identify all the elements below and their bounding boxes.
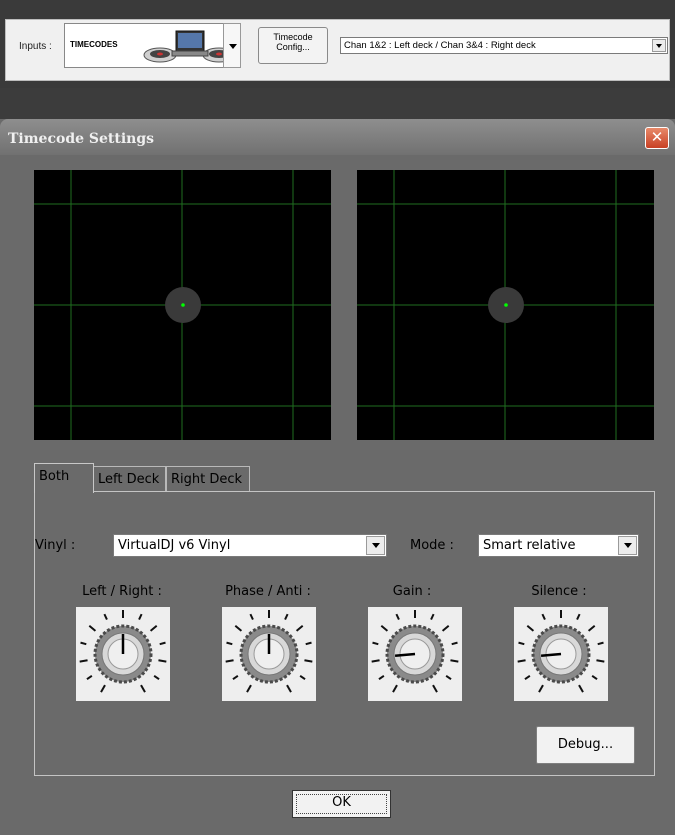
close-button[interactable]: ✕ <box>645 127 669 149</box>
tab-both[interactable]: Both <box>34 463 94 493</box>
dialog-titlebar[interactable]: Timecode Settings ✕ <box>0 119 675 155</box>
phase-anti-label: Phase / Anti : <box>225 584 311 599</box>
channel-routing-value: Chan 1&2 : Left deck / Chan 3&4 : Right … <box>344 40 536 51</box>
mode-select[interactable]: Smart relative <box>478 534 639 557</box>
knob-icon <box>79 610 167 693</box>
left-scope-graph <box>34 170 331 440</box>
timecode-settings-dialog: Timecode Settings ✕ Both Left Deck Right… <box>0 119 675 835</box>
gain-label: Gain : <box>392 584 432 599</box>
phase-anti-knob[interactable] <box>222 607 316 701</box>
gain-knob[interactable] <box>368 607 462 701</box>
channel-routing-select[interactable]: Chan 1&2 : Left deck / Chan 3&4 : Right … <box>340 37 668 54</box>
ok-button[interactable]: OK <box>292 790 391 818</box>
vinyl-value: VirtualDJ v6 Vinyl <box>118 538 231 553</box>
vinyl-label: Vinyl : <box>35 538 76 553</box>
left-right-knob[interactable] <box>76 607 170 701</box>
silence-label: Silence : <box>531 584 587 599</box>
mode-value: Smart relative <box>483 538 576 553</box>
vinyl-select[interactable]: VirtualDJ v6 Vinyl <box>113 534 387 557</box>
chevron-down-icon[interactable] <box>366 536 385 555</box>
right-deck-scope <box>357 170 654 440</box>
right-scope-signal-dot <box>504 303 508 307</box>
input-device-dropdown-button[interactable] <box>223 23 241 68</box>
left-deck-scope <box>34 170 331 440</box>
chevron-down-icon[interactable] <box>618 536 637 555</box>
timecode-config-line1: Timecode <box>273 32 313 42</box>
inputs-bar-area: Inputs : TIMECODES Timecode Config... Ch… <box>0 0 675 88</box>
inputs-label: Inputs : <box>19 41 52 52</box>
knob-icon <box>517 610 605 693</box>
timecode-config-line2: Config... <box>276 42 310 52</box>
input-device-select[interactable]: TIMECODES <box>64 23 241 68</box>
chevron-down-icon[interactable] <box>652 39 666 52</box>
debug-button[interactable]: Debug... <box>536 726 635 764</box>
dialog-title: Timecode Settings <box>8 131 155 147</box>
left-scope-signal-dot <box>181 303 185 307</box>
left-right-label: Left / Right : <box>82 584 162 599</box>
close-icon: ✕ <box>650 128 664 146</box>
input-device-name: TIMECODES <box>70 40 118 49</box>
tab-left-deck[interactable]: Left Deck <box>93 466 166 491</box>
timecode-config-button[interactable]: Timecode Config... <box>258 27 328 64</box>
right-scope-graph <box>357 170 654 440</box>
tab-right-deck[interactable]: Right Deck <box>166 466 250 491</box>
inputs-bar: Inputs : TIMECODES Timecode Config... Ch… <box>5 19 670 81</box>
ok-label: OK <box>332 795 351 810</box>
knob-icon <box>225 610 313 693</box>
knob-icon <box>371 610 459 693</box>
mode-label: Mode : <box>410 538 454 553</box>
silence-knob[interactable] <box>514 607 608 701</box>
